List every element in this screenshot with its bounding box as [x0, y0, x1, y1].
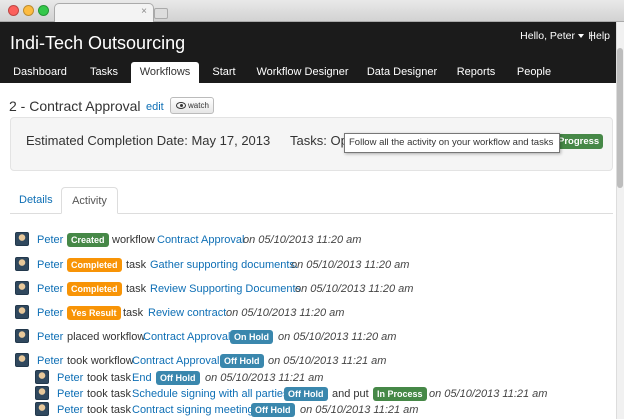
estimated-completion-date: Estimated Completion Date: May 17, 2013: [26, 133, 271, 148]
brand-title[interactable]: Indi-Tech Outsourcing: [10, 33, 185, 54]
user-link[interactable]: Peter: [37, 232, 63, 248]
activity-text: task: [123, 307, 144, 319]
avatar: [15, 281, 29, 295]
task-link[interactable]: Review Supporting Documents: [150, 281, 301, 297]
status-badge: Created: [67, 233, 109, 247]
user-link[interactable]: Peter: [37, 305, 63, 321]
nav-tab-data-designer[interactable]: Data Designer: [361, 62, 443, 83]
user-link[interactable]: Peter: [37, 353, 63, 369]
activity-item: Peter Completed task Gather supporting d…: [15, 257, 615, 273]
close-window-button[interactable]: [8, 5, 19, 16]
task-link[interactable]: Gather supporting documents.: [150, 257, 298, 273]
activity-item: Peter Completed task Review Supporting D…: [15, 281, 615, 297]
status-badge: Completed: [67, 258, 122, 272]
user-link[interactable]: Peter: [37, 281, 63, 297]
timestamp: on 05/10/2013 11:21 am: [268, 355, 387, 367]
activity-item: Peter placed workflow Contract Approval …: [15, 329, 615, 345]
page-title: 2 - Contract Approval: [9, 98, 141, 114]
status-badge: Off Hold: [220, 354, 264, 368]
status-badge: Off Hold: [156, 371, 200, 385]
nav-tab-people[interactable]: People: [509, 62, 559, 83]
eye-icon: [176, 102, 186, 109]
avatar: [15, 305, 29, 319]
activity-text: task: [126, 283, 147, 295]
activity-text: placed workflow: [67, 331, 146, 343]
task-link[interactable]: End: [132, 370, 152, 386]
page-scrollbar-thumb[interactable]: [617, 48, 623, 188]
watch-button[interactable]: watch: [170, 97, 214, 114]
timestamp: on 05/10/2013 11:21 am: [205, 372, 324, 384]
browser-titlebar: ×: [0, 0, 624, 22]
user-menu-label: Hello, Peter: [520, 30, 575, 42]
task-link[interactable]: Review contract: [148, 305, 226, 321]
watch-label: watch: [188, 101, 209, 110]
nav-tab-start[interactable]: Start: [205, 62, 243, 83]
activity-text: and put: [332, 388, 369, 400]
status-badge: Off Hold: [251, 403, 295, 417]
tab-details[interactable]: Details: [19, 194, 53, 206]
nav-tab-reports[interactable]: Reports: [451, 62, 501, 83]
activity-text: workflow: [112, 234, 155, 246]
activity-text: took task: [87, 388, 132, 400]
timestamp: on 05/10/2013 11:21 am: [300, 404, 419, 416]
close-tab-icon[interactable]: ×: [141, 6, 147, 17]
nav-tab-workflows[interactable]: Workflows: [131, 62, 199, 83]
user-menu[interactable]: Hello, Peter: [520, 30, 584, 42]
watch-tooltip: Follow all the activity on your workflow…: [344, 133, 560, 153]
workflow-link[interactable]: Contract Approval: [157, 232, 244, 248]
user-link[interactable]: Peter: [57, 370, 83, 386]
activity-text: task: [126, 259, 147, 271]
workflow-link[interactable]: Contract Approval: [132, 353, 219, 369]
user-link[interactable]: Peter: [37, 257, 63, 273]
user-link[interactable]: Peter: [57, 402, 83, 418]
caret-down-icon: [578, 34, 584, 39]
tasks-label: Tasks: Op: [290, 133, 348, 148]
task-link[interactable]: Contract signing meeting: [132, 402, 254, 418]
nav-tab-dashboard[interactable]: Dashboard: [6, 62, 74, 83]
nav-tab-workflow-designer[interactable]: Workflow Designer: [252, 62, 353, 83]
top-navbar: Indi-Tech Outsourcing Hello, Peter | Hel…: [0, 22, 616, 83]
help-link[interactable]: Help: [588, 30, 610, 42]
avatar: [15, 353, 29, 367]
avatar: [15, 232, 29, 246]
status-badge: Off Hold: [284, 387, 328, 401]
activity-item: Peter took workflow Contract Approval Of…: [15, 353, 615, 369]
activity-item: Peter took task Contract signing meeting…: [35, 402, 615, 418]
status-badge: Completed: [67, 282, 122, 296]
user-link[interactable]: Peter: [57, 386, 83, 402]
minimize-window-button[interactable]: [23, 5, 34, 16]
status-badge: Yes Result: [67, 306, 121, 320]
avatar: [35, 370, 49, 384]
avatar: [35, 402, 49, 416]
avatar: [15, 257, 29, 271]
avatar: [35, 386, 49, 400]
progress-badge: Progress: [554, 134, 604, 149]
new-tab-button[interactable]: [154, 8, 168, 19]
timestamp: on 05/10/2013 11:20 am: [295, 283, 414, 295]
zoom-window-button[interactable]: [38, 5, 49, 16]
avatar: [15, 329, 29, 343]
edit-link[interactable]: edit: [146, 101, 164, 113]
activity-item: Peter took task Schedule signing with al…: [35, 386, 615, 402]
activity-item: Peter Created workflow Contract Approval…: [15, 232, 615, 248]
timestamp: on 05/10/2013 11:20 am: [243, 234, 362, 246]
nav-tab-tasks[interactable]: Tasks: [80, 62, 128, 83]
user-link[interactable]: Peter: [37, 329, 63, 345]
status-badge: In Process: [373, 387, 427, 401]
timestamp: on 05/10/2013 11:20 am: [278, 331, 397, 343]
activity-text: took task: [87, 404, 132, 416]
browser-tab[interactable]: ×: [54, 3, 154, 22]
task-link[interactable]: Schedule signing with all parties: [132, 386, 289, 402]
activity-item: Peter Yes Result task Review contract on…: [15, 305, 615, 321]
activity-text: took workflow: [67, 355, 134, 367]
workflow-link[interactable]: Contract Approval: [143, 329, 230, 345]
tab-activity[interactable]: Activity: [61, 187, 118, 214]
activity-item: Peter took task End Off Hold on 05/10/20…: [35, 370, 615, 386]
timestamp: on 05/10/2013 11:20 am: [291, 259, 410, 271]
timestamp: on 05/10/2013 11:21 am: [429, 388, 548, 400]
timestamp: on 05/10/2013 11:20 am: [226, 307, 345, 319]
activity-text: took task: [87, 372, 132, 384]
status-badge: On Hold: [230, 330, 273, 344]
